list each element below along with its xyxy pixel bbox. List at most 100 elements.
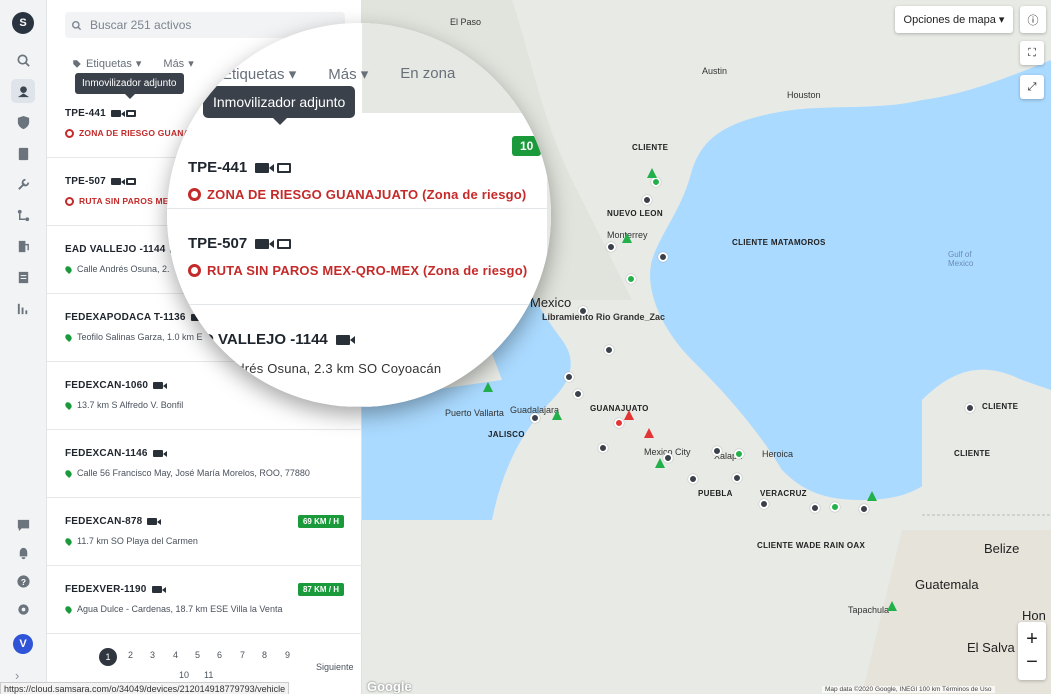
vehicle-name: EAD VALLEJO -1144: [65, 244, 185, 255]
map-label: CLIENTE MATAMOROS: [732, 238, 826, 247]
vehicle-marker[interactable]: [965, 403, 975, 413]
page-2[interactable]: 2: [128, 650, 133, 660]
fullscreen-icon[interactable]: ⛶: [1020, 41, 1044, 65]
moving-vehicle-marker[interactable]: [622, 233, 632, 243]
lens-more-filter: Más ▾: [328, 66, 369, 83]
map-label: Houston: [787, 90, 821, 100]
more-filter-dropdown[interactable]: Más ▾: [163, 57, 193, 71]
camera-icon: [255, 238, 275, 249]
speed-badge: 87 KM / H: [297, 583, 344, 596]
next-page-link[interactable]: Siguiente: [316, 662, 354, 672]
vehicle-marker[interactable]: [658, 252, 668, 262]
routes-icon[interactable]: [11, 203, 35, 227]
moving-vehicle-marker[interactable]: [867, 491, 877, 501]
vehicle-marker[interactable]: [573, 389, 583, 399]
vehicle-row[interactable]: FEDEXVER-1190 87 KM / H Agua Dulce - Car…: [47, 566, 362, 634]
risk-zone-icon: [188, 188, 201, 201]
page-1[interactable]: 1: [99, 648, 117, 666]
map-options-dropdown[interactable]: Opciones de mapa ▾: [895, 6, 1013, 33]
page-11[interactable]: 11: [204, 670, 213, 680]
vehicle-marker[interactable]: [830, 502, 840, 512]
user-avatar[interactable]: V: [13, 634, 33, 654]
samsara-logo[interactable]: S: [12, 12, 34, 34]
page-9[interactable]: 9: [285, 650, 290, 660]
vehicle-marker[interactable]: [712, 446, 722, 456]
camera-icon: [110, 178, 125, 185]
clipboard-icon[interactable]: [11, 141, 35, 165]
vehicle-marker[interactable]: [626, 274, 636, 284]
help-icon[interactable]: ?: [11, 569, 35, 593]
expand-map-icon[interactable]: ⤢: [1020, 75, 1044, 99]
camera-icon: [153, 382, 168, 389]
vehicle-name: TPE-507: [65, 176, 136, 187]
vehicle-marker[interactable]: [642, 195, 652, 205]
map-label: PUEBLA: [698, 489, 733, 498]
vehicle-row[interactable]: FEDEXCAN-878 69 KM / H 11.7 km SO Playa …: [47, 498, 362, 566]
vehicle-marker[interactable]: [759, 499, 769, 509]
info-icon[interactable]: ⓘ: [1020, 6, 1046, 33]
vehicle-location: 13.7 km S Alfredo V. Bonfil: [63, 400, 183, 410]
filter-bar: Etiquetas ▾ Más ▾: [72, 57, 194, 70]
vehicle-marker[interactable]: [810, 503, 820, 513]
location-pin-icon: [63, 400, 74, 410]
vehicle-marker[interactable]: [732, 473, 742, 483]
vehicle-marker[interactable]: [604, 345, 614, 355]
vehicle-location: Agua Dulce - Cardenas, 18.7 km ESE Villa…: [63, 604, 282, 614]
moving-vehicle-marker[interactable]: [624, 410, 634, 420]
vehicle-marker[interactable]: [651, 177, 661, 187]
lens-vehicle-location: ZONA DE RIESGO GUANAJUATO (Zona de riesg…: [188, 187, 526, 202]
map-attribution[interactable]: Map data ©2020 Google, INEGI 100 km Térm…: [822, 686, 995, 693]
expand-chevron-icon[interactable]: ›: [15, 668, 19, 683]
camera-icon: [152, 450, 167, 457]
reports-chart-icon[interactable]: [11, 296, 35, 320]
camera-icon: [335, 334, 355, 345]
page-6[interactable]: 6: [217, 650, 222, 660]
vehicle-marker[interactable]: [578, 306, 588, 316]
risk-zone-icon: [65, 128, 74, 138]
tags-filter-dropdown[interactable]: Etiquetas ▾: [72, 57, 141, 70]
search-icon[interactable]: [11, 48, 35, 72]
page-8[interactable]: 8: [262, 650, 267, 660]
page-3[interactable]: 3: [150, 650, 155, 660]
chat-icon[interactable]: [11, 513, 35, 537]
search-input[interactable]: [90, 18, 330, 32]
map-label: Gulf of Mexico: [948, 250, 974, 268]
lens-tags-filter: Etiquetas ▾: [222, 66, 297, 83]
shield-icon[interactable]: [11, 110, 35, 134]
risk-zone-icon: [65, 196, 74, 206]
map-label: NUEVO LEON: [607, 209, 663, 218]
page-10[interactable]: 10: [179, 670, 189, 680]
map-label: GUANAJUATO: [590, 404, 649, 413]
map-label: Austin: [702, 66, 728, 76]
wrench-icon[interactable]: [11, 172, 35, 196]
moving-vehicle-marker[interactable]: [552, 410, 562, 420]
page-4[interactable]: 4: [173, 650, 178, 660]
map-label: Guatemala: [915, 577, 979, 592]
vehicle-marker[interactable]: [530, 413, 540, 423]
moving-vehicle-marker[interactable]: [655, 458, 665, 468]
vehicle-row[interactable]: FEDEXCAN-1146 Calle 56 Francisco May, Jo…: [47, 430, 362, 498]
zoom-in-button[interactable]: +: [1026, 628, 1038, 651]
lens-immobilizer-tooltip: Inmovilizador adjunto: [203, 86, 356, 125]
immobilizer-icon: [277, 162, 292, 173]
vehicle-marker[interactable]: [688, 474, 698, 484]
alert-vehicle-marker[interactable]: [614, 418, 624, 428]
bell-icon[interactable]: [11, 541, 35, 565]
vehicle-marker[interactable]: [734, 449, 744, 459]
moving-vehicle-marker[interactable]: [644, 428, 654, 438]
vehicle-marker[interactable]: [598, 443, 608, 453]
vehicle-marker[interactable]: [606, 242, 616, 252]
zoom-out-button[interactable]: −: [1026, 651, 1038, 674]
moving-vehicle-marker[interactable]: [647, 168, 657, 178]
settings-gear-icon[interactable]: [11, 597, 35, 621]
map-pin-icon[interactable]: [11, 79, 35, 103]
document-icon[interactable]: [11, 265, 35, 289]
vehicle-marker[interactable]: [859, 504, 869, 514]
moving-vehicle-marker[interactable]: [887, 601, 897, 611]
page-7[interactable]: 7: [240, 650, 245, 660]
more-filter-label: Más: [163, 57, 185, 70]
page-5[interactable]: 5: [195, 650, 200, 660]
immobilizer-icon: [125, 110, 136, 117]
vehicle-marker[interactable]: [564, 372, 574, 382]
fuel-icon[interactable]: [11, 234, 35, 258]
